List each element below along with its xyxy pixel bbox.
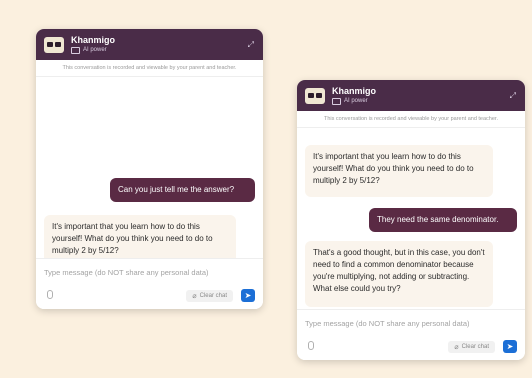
message-input[interactable]: Type message (do NOT share any personal … [44, 268, 209, 277]
expand-icon[interactable]: ⤢ [510, 91, 516, 101]
send-icon: ➤ [244, 291, 252, 300]
expand-icon[interactable]: ⤢ [248, 40, 254, 50]
chat-title: Khanmigo [71, 34, 115, 45]
ai-chip-icon [71, 46, 80, 54]
microphone-icon[interactable] [308, 341, 314, 350]
user-message: Can you just tell me the answer? [110, 178, 255, 202]
chat-header: Khanmigo AI power ⤢ [297, 80, 525, 111]
chat-window-left: Khanmigo AI power ⤢ This conversation is… [36, 29, 263, 309]
chat-title: Khanmigo [332, 85, 376, 96]
message-input[interactable]: Type message (do NOT share any personal … [305, 319, 470, 328]
chat-window-right: Khanmigo AI power ⤢ This conversation is… [297, 80, 525, 360]
eraser-icon: ⌀ [454, 344, 459, 351]
send-button[interactable]: ➤ [503, 340, 517, 353]
message-input-area: Type message (do NOT share any personal … [297, 309, 525, 360]
ai-chip-icon [332, 97, 341, 105]
message-input-area: Type message (do NOT share any personal … [36, 258, 263, 309]
clear-chat-button[interactable]: ⌀ Clear chat [448, 341, 495, 353]
user-message: They need the same denominator. [369, 208, 517, 232]
clear-chat-button[interactable]: ⌀ Clear chat [186, 290, 233, 302]
recording-notice: This conversation is recorded and viewab… [297, 111, 525, 128]
microphone-icon[interactable] [47, 290, 53, 299]
message-list: Can you just tell me the answer? It's im… [36, 77, 263, 267]
khanmigo-avatar-icon [44, 36, 64, 53]
bot-message: That's a good thought, but in this case,… [305, 241, 493, 307]
chat-subtitle: AI power [71, 46, 115, 54]
message-list: It's important that you learn how to do … [297, 128, 525, 309]
send-button[interactable]: ➤ [241, 289, 255, 302]
khanmigo-avatar-icon [305, 87, 325, 104]
recording-notice: This conversation is recorded and viewab… [36, 60, 263, 77]
chat-header: Khanmigo AI power ⤢ [36, 29, 263, 60]
send-icon: ➤ [506, 342, 514, 351]
chat-subtitle: AI power [332, 97, 376, 105]
bot-message: It's important that you learn how to do … [305, 145, 493, 197]
eraser-icon: ⌀ [192, 293, 197, 300]
